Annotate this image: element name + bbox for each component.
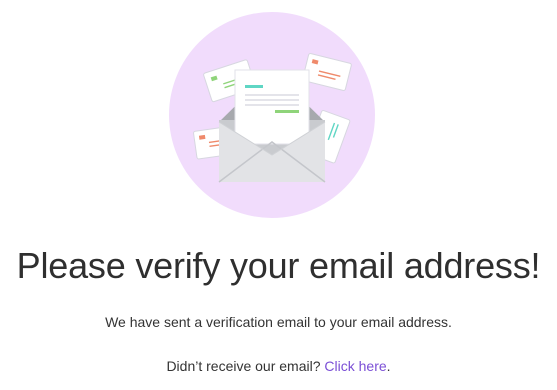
resend-suffix: .	[386, 358, 391, 374]
page-title: Please verify your email address!	[16, 245, 541, 286]
email-illustration	[167, 10, 377, 220]
envelope-with-letters-icon	[169, 12, 375, 218]
resend-email-link[interactable]: Click here	[324, 358, 386, 374]
verification-message: We have sent a verification email to you…	[105, 314, 452, 330]
resend-prompt: Didn’t receive our email? Click here.	[0, 356, 557, 376]
resend-prompt-text: Didn’t receive our email?	[166, 358, 321, 374]
